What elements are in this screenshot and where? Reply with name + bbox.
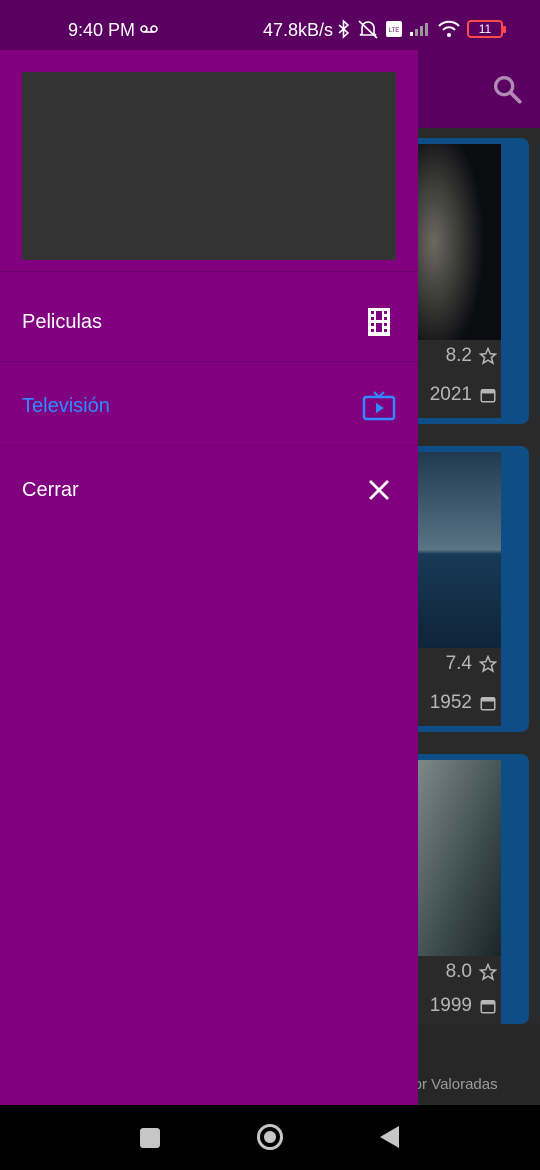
status-time: 9:40 PM (68, 20, 136, 40)
back-button[interactable] (380, 1126, 399, 1148)
battery-icon: 11 (467, 20, 506, 38)
recents-button[interactable] (140, 1128, 160, 1148)
star-outline-icon (479, 655, 497, 673)
year-value: 1952 (429, 692, 472, 713)
calendar-icon (480, 697, 496, 711)
calendar-icon (480, 389, 496, 403)
tv-icon (362, 391, 396, 421)
poster-image (417, 144, 501, 340)
rating-row: 8.0 (417, 956, 501, 988)
year-value: 2021 (429, 384, 472, 405)
year-row: 2021 (417, 372, 501, 418)
menu-item-television[interactable]: Televisión (0, 364, 418, 448)
signal-icon (410, 23, 428, 36)
drawer-header-image (22, 72, 396, 260)
calendar-icon (480, 1000, 496, 1014)
svg-text:LTE: LTE (389, 28, 400, 34)
voicemail-icon (140, 25, 158, 33)
rating-row: 8.2 (417, 340, 501, 372)
rating-row: 7.4 (417, 648, 501, 680)
menu-item-peliculas[interactable]: Peliculas (0, 280, 418, 364)
year-value: 1999 (429, 995, 472, 1016)
divider (0, 271, 418, 272)
status-bar: 9:40 PM 47.8kB/s LTE 11 (0, 0, 540, 50)
wifi-icon (438, 20, 460, 37)
menu-item-cerrar[interactable]: Cerrar (0, 448, 418, 532)
divider (0, 361, 418, 362)
year-row: 1952 (417, 680, 501, 726)
poster-image (417, 760, 501, 956)
rating-value: 8.2 (445, 345, 472, 366)
star-outline-icon (479, 963, 497, 981)
poster-image (417, 452, 501, 648)
divider (0, 445, 418, 446)
rating-value: 7.4 (445, 653, 472, 674)
menu-item-label: Televisión (22, 394, 110, 417)
network-speed: 47.8kB/s (263, 20, 334, 40)
film-icon (368, 308, 390, 336)
bluetooth-icon (338, 19, 350, 39)
navigation-drawer: Peliculas Televisión Cerrar (0, 50, 418, 1105)
search-icon[interactable] (490, 72, 524, 106)
year-row: 1999 (417, 988, 501, 1024)
mute-icon (358, 20, 378, 39)
rating-value: 8.0 (445, 961, 472, 982)
close-icon (369, 480, 389, 500)
menu-item-label: Peliculas (22, 310, 103, 333)
star-outline-icon (479, 347, 497, 365)
battery-level: 11 (478, 22, 492, 36)
menu-item-label: Cerrar (22, 478, 79, 501)
home-button[interactable] (257, 1124, 283, 1150)
volte-icon: LTE (386, 21, 402, 37)
